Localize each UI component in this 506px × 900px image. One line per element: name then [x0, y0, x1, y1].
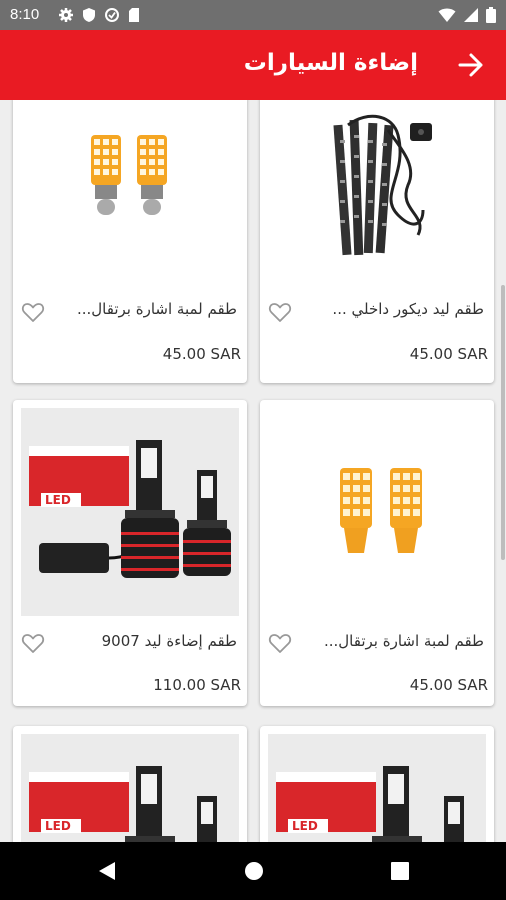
- product-image: [268, 100, 486, 285]
- wifi-icon: [438, 8, 456, 22]
- heart-icon[interactable]: [268, 301, 292, 323]
- product-card[interactable]: طقم لمبة اشارة برتقال... 45.00 SAR: [13, 100, 247, 383]
- product-grid: طقم ليد ديكور داخلي ... 45.00 SAR طقم لم…: [0, 100, 506, 842]
- back-arrow-icon[interactable]: [456, 50, 486, 80]
- svg-text:LED: LED: [292, 819, 318, 833]
- led-headlight-kit-image: LED: [29, 766, 217, 842]
- status-system-icons: [438, 7, 496, 23]
- product-image: [268, 408, 486, 616]
- status-notification-icons: [58, 7, 140, 23]
- page-title: إضاءة السيارات: [243, 50, 418, 76]
- scrollbar[interactable]: [501, 285, 505, 560]
- svg-text:LED: LED: [45, 819, 71, 833]
- product-card[interactable]: طقم ليد ديكور داخلي ... 45.00 SAR: [260, 100, 494, 383]
- product-price: 45.00 SAR: [409, 345, 488, 363]
- product-card[interactable]: طقم لمبة اشارة برتقال... 45.00 SAR: [260, 400, 494, 706]
- heart-icon[interactable]: [268, 632, 292, 654]
- status-bar: 8:10: [0, 0, 506, 30]
- heart-icon[interactable]: [21, 632, 45, 654]
- led-headlight-kit-image: LED: [29, 440, 231, 578]
- product-name: طقم لمبة اشارة برتقال...: [323, 632, 484, 650]
- led-headlight-kit-image: LED: [276, 766, 464, 842]
- gear-icon: [59, 8, 73, 22]
- product-card[interactable]: LED: [13, 726, 247, 842]
- status-time: 8:10: [10, 6, 40, 23]
- data-saver-icon: [105, 8, 119, 22]
- product-price: 45.00 SAR: [162, 345, 241, 363]
- product-price: 110.00 SAR: [153, 676, 241, 694]
- signal-icon: [464, 8, 478, 22]
- recents-icon[interactable]: [391, 862, 409, 880]
- product-card[interactable]: LED طقم إضاءة ليد 9007 110.00 SAR: [13, 400, 247, 706]
- product-image: [21, 100, 239, 285]
- battery-icon: [486, 7, 496, 23]
- orange-signal-bulb-image: [91, 135, 167, 215]
- back-icon[interactable]: [96, 860, 118, 882]
- orange-signal-bulb-image: [340, 468, 422, 553]
- product-image: LED: [268, 734, 486, 842]
- product-image: LED: [21, 408, 239, 616]
- home-icon[interactable]: [244, 861, 264, 881]
- led-strip-kit-image: [333, 114, 432, 256]
- product-price: 45.00 SAR: [409, 676, 488, 694]
- product-image: LED: [21, 734, 239, 842]
- system-nav-bar: [0, 842, 506, 900]
- app-bar: إضاءة السيارات: [0, 30, 506, 100]
- product-name: طقم ليد ديكور داخلي ...: [332, 300, 484, 318]
- sd-card-icon: [129, 8, 139, 22]
- shield-icon: [83, 8, 95, 22]
- svg-text:LED: LED: [45, 493, 71, 507]
- product-name: طقم لمبة اشارة برتقال...: [76, 300, 237, 318]
- heart-icon[interactable]: [21, 301, 45, 323]
- product-name: طقم إضاءة ليد 9007: [101, 632, 237, 650]
- product-card[interactable]: LED: [260, 726, 494, 842]
